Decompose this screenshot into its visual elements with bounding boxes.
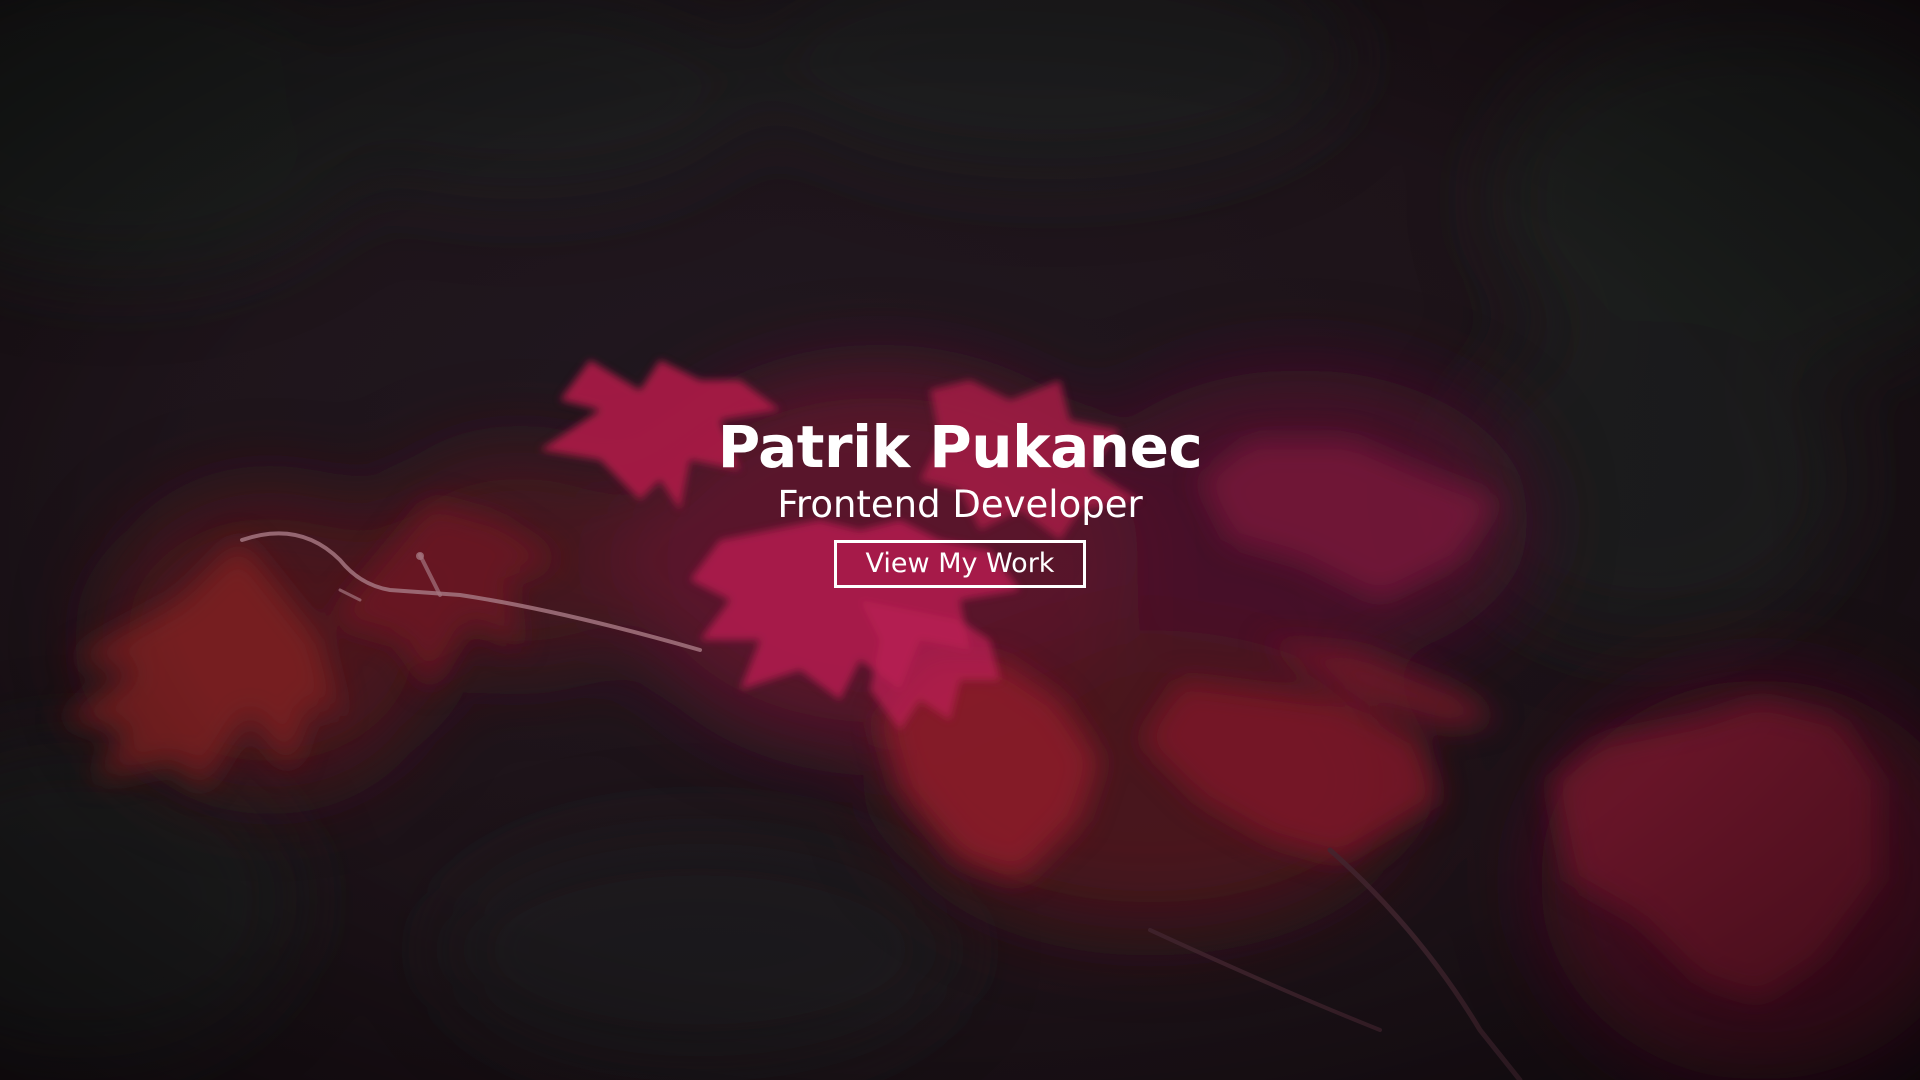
view-my-work-button[interactable]: View My Work bbox=[834, 540, 1086, 588]
page-title: Patrik Pukanec bbox=[717, 413, 1203, 481]
hero-content: Patrik Pukanec Frontend Developer View M… bbox=[0, 412, 1920, 588]
page-subtitle: Frontend Developer bbox=[777, 483, 1143, 526]
hero-section: Patrik Pukanec Frontend Developer View M… bbox=[0, 0, 1920, 1080]
